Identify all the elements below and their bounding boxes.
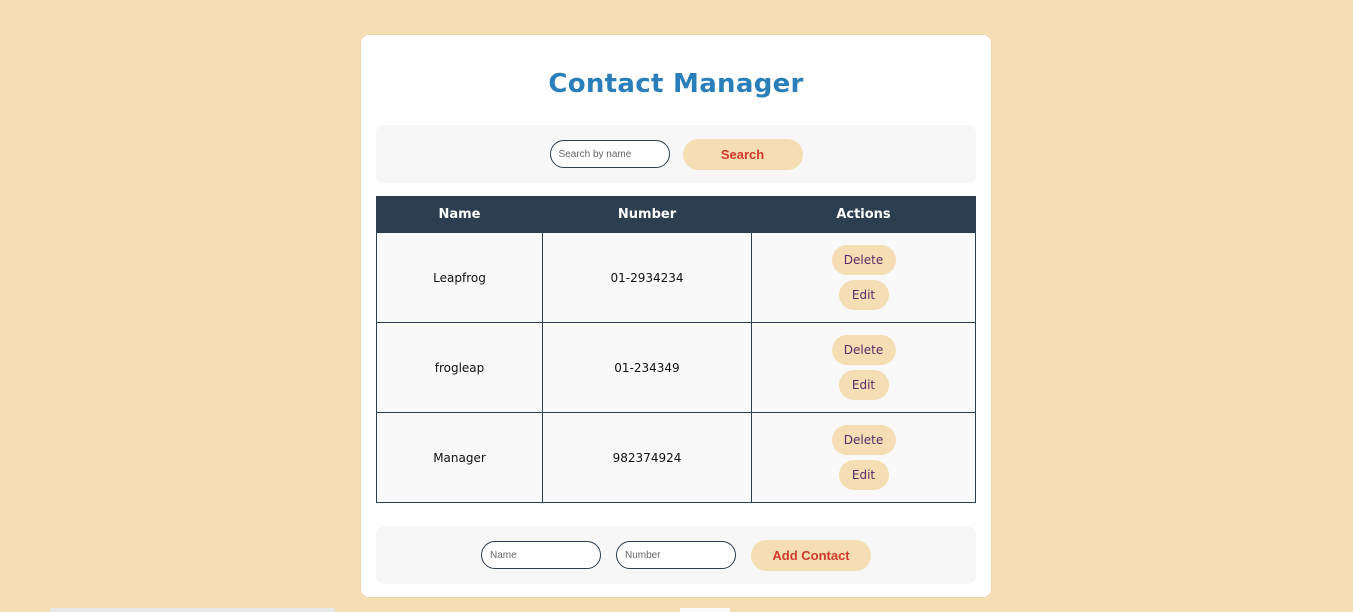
edit-button[interactable]: Edit — [838, 460, 889, 490]
header-actions: Actions — [751, 196, 976, 233]
search-button[interactable]: Search — [682, 138, 803, 170]
contact-actions-cell: Delete Edit — [751, 232, 976, 323]
page-title: Contact Manager — [548, 69, 804, 99]
contacts-table: Name Number Actions Leapfrog 01-2934234 … — [376, 196, 976, 503]
contact-number-cell: 01-2934234 — [542, 232, 752, 323]
table-row: Leapfrog 01-2934234 Delete Edit — [376, 232, 976, 323]
page-bottom-edge — [50, 608, 335, 612]
number-input[interactable] — [616, 541, 736, 569]
contact-actions-cell: Delete Edit — [751, 322, 976, 413]
table-header-row: Name Number Actions — [376, 196, 976, 233]
contact-number-cell: 01-234349 — [542, 322, 752, 413]
search-panel: Search — [376, 125, 976, 183]
contact-name-cell: Leapfrog — [376, 232, 543, 323]
name-input[interactable] — [481, 541, 601, 569]
page-bottom-edge-highlight — [680, 608, 730, 612]
delete-button[interactable]: Delete — [831, 335, 896, 365]
header-number: Number — [542, 196, 752, 233]
contacts-table-wrapper: Name Number Actions Leapfrog 01-2934234 … — [376, 196, 976, 503]
table-row: Manager 982374924 Delete Edit — [376, 412, 976, 503]
contact-name-cell: Manager — [376, 412, 543, 503]
add-contact-panel: Add Contact — [376, 526, 976, 584]
delete-button[interactable]: Delete — [831, 245, 896, 275]
table-row: frogleap 01-234349 Delete Edit — [376, 322, 976, 413]
delete-button[interactable]: Delete — [831, 425, 896, 455]
contact-name-cell: frogleap — [376, 322, 543, 413]
contact-actions-cell: Delete Edit — [751, 412, 976, 503]
add-contact-button[interactable]: Add Contact — [751, 539, 871, 571]
search-input[interactable] — [549, 140, 670, 168]
edit-button[interactable]: Edit — [838, 370, 889, 400]
edit-button[interactable]: Edit — [838, 280, 889, 310]
contact-number-cell: 982374924 — [542, 412, 752, 503]
header-name: Name — [376, 196, 543, 233]
contact-manager-card: Contact Manager Search Name Number Actio… — [361, 35, 991, 597]
